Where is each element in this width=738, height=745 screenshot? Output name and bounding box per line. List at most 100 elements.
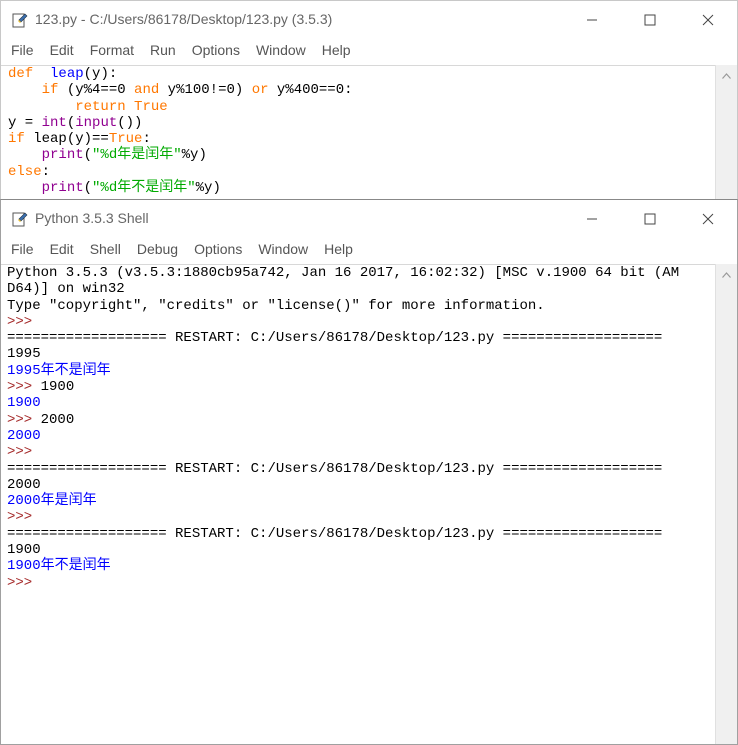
- code-token: =================== RESTART: C:/Users/86…: [7, 330, 663, 347]
- code-token: if: [41, 82, 59, 99]
- menu-run[interactable]: Run: [142, 42, 184, 58]
- maximize-button[interactable]: [621, 200, 679, 238]
- code-token: Type "copyright", "credits" or "license(…: [7, 297, 545, 314]
- code-token: y%400==0:: [268, 82, 353, 99]
- code-token: >>>: [7, 411, 33, 428]
- maximize-button[interactable]: [621, 1, 679, 39]
- maximize-icon: [644, 213, 656, 225]
- code-token: (y%4==0: [58, 82, 135, 99]
- idle-python-icon: [12, 212, 28, 227]
- menu-debug[interactable]: Debug: [129, 241, 186, 257]
- editor-titlebar[interactable]: 123.py - C:/Users/86178/Desktop/123.py (…: [1, 1, 737, 39]
- code-token: %y): [195, 180, 221, 197]
- code-token: >>>: [7, 379, 33, 396]
- console-line: =================== RESTART: C:/Users/86…: [7, 461, 715, 477]
- minimize-icon: [587, 19, 597, 21]
- editor-window: 123.py - C:/Users/86178/Desktop/123.py (…: [0, 0, 738, 200]
- code-token: return: [75, 98, 126, 115]
- code-token: =================== RESTART: C:/Users/86…: [7, 460, 663, 477]
- menu-help[interactable]: Help: [316, 241, 361, 257]
- code-line: def leap(y):: [8, 66, 715, 82]
- console-line: 2000年是闰年: [7, 493, 715, 509]
- code-token: 2000: [7, 476, 41, 493]
- code-token: leap(y)==: [24, 131, 109, 148]
- code-token: print: [41, 180, 84, 197]
- console-line: >>>: [7, 575, 715, 591]
- menu-format[interactable]: Format: [82, 42, 142, 58]
- code-token: (: [83, 147, 93, 164]
- code-line: else:: [8, 164, 715, 180]
- menu-shell[interactable]: Shell: [82, 241, 129, 257]
- maximize-icon: [644, 14, 656, 26]
- code-token: 1900年不是闰年: [7, 558, 111, 575]
- close-button[interactable]: [679, 200, 737, 238]
- minimize-button[interactable]: [563, 200, 621, 238]
- menu-help[interactable]: Help: [314, 42, 359, 58]
- menu-options[interactable]: Options: [186, 241, 250, 257]
- console-line: Type "copyright", "credits" or "license(…: [7, 298, 715, 314]
- shell-window: Python 3.5.3 Shell File Edit Shell Debug…: [0, 199, 738, 745]
- scroll-up-button[interactable]: [716, 68, 737, 84]
- code-token: >>>: [7, 509, 33, 526]
- code-token: >>>: [7, 313, 33, 330]
- code-token: :: [142, 131, 151, 148]
- code-token: True: [134, 98, 168, 115]
- menu-window[interactable]: Window: [248, 42, 314, 58]
- code-line: if (y%4==0 and y%100!=0) or y%400==0:: [8, 82, 715, 98]
- menu-options[interactable]: Options: [184, 42, 248, 58]
- code-token: %y): [181, 147, 207, 164]
- console-line: >>>: [7, 314, 715, 330]
- shell-menubar: File Edit Shell Debug Options Window Hel…: [1, 238, 737, 260]
- close-button[interactable]: [679, 1, 737, 39]
- editor-menubar: File Edit Format Run Options Window Help: [1, 39, 737, 61]
- console-line: 1995年不是闰年: [7, 363, 715, 379]
- code-line: print("%d年是闰年"%y): [8, 147, 715, 163]
- code-token: 2000: [32, 411, 75, 428]
- minimize-button[interactable]: [563, 1, 621, 39]
- code-token: 1900: [7, 395, 41, 412]
- code-token: >>>: [7, 574, 33, 591]
- code-token: (y):: [83, 66, 118, 82]
- shell-scrollbar[interactable]: [715, 264, 737, 744]
- code-token: y =: [8, 114, 42, 131]
- code-token: int: [41, 114, 67, 131]
- code-token: True: [108, 131, 143, 148]
- minimize-icon: [587, 218, 597, 220]
- console-line: >>>: [7, 444, 715, 460]
- code-token: 2000年是闰年: [7, 493, 97, 510]
- code-token: :: [41, 163, 51, 180]
- close-icon: [702, 213, 714, 225]
- console-line: 2000: [7, 477, 715, 493]
- code-line: return True: [8, 99, 715, 115]
- shell-console[interactable]: Python 3.5.3 (v3.5.3:1880cb95a742, Jan 1…: [1, 264, 715, 744]
- code-token: 1995年不是闰年: [7, 362, 111, 379]
- console-line: Python 3.5.3 (v3.5.3:1880cb95a742, Jan 1…: [7, 265, 715, 281]
- code-line: if leap(y)==True:: [8, 131, 715, 147]
- close-icon: [702, 14, 714, 26]
- chevron-up-icon: [722, 272, 731, 278]
- console-line: =================== RESTART: C:/Users/86…: [7, 526, 715, 542]
- menu-window[interactable]: Window: [250, 241, 316, 257]
- menu-file[interactable]: File: [3, 241, 42, 257]
- code-token: else: [8, 163, 42, 180]
- code-token: def: [8, 66, 34, 82]
- scroll-up-button[interactable]: [716, 267, 737, 283]
- console-line: >>> 2000: [7, 412, 715, 428]
- menu-file[interactable]: File: [3, 42, 42, 58]
- console-line: =================== RESTART: C:/Users/86…: [7, 330, 715, 346]
- code-token: 1995: [7, 346, 41, 363]
- code-token: input: [75, 114, 118, 131]
- menu-edit[interactable]: Edit: [42, 241, 82, 257]
- code-editor[interactable]: def leap(y): if (y%4==0 and y%100!=0) or…: [1, 65, 715, 200]
- shell-titlebar[interactable]: Python 3.5.3 Shell: [1, 200, 737, 238]
- editor-scrollbar[interactable]: [715, 65, 737, 199]
- window-title: 123.py - C:/Users/86178/Desktop/123.py (…: [35, 11, 333, 27]
- code-token: >>>: [7, 444, 33, 461]
- console-line: >>>: [7, 509, 715, 525]
- console-line: 1995: [7, 346, 715, 362]
- menu-edit[interactable]: Edit: [42, 42, 82, 58]
- code-token: ()): [117, 114, 143, 131]
